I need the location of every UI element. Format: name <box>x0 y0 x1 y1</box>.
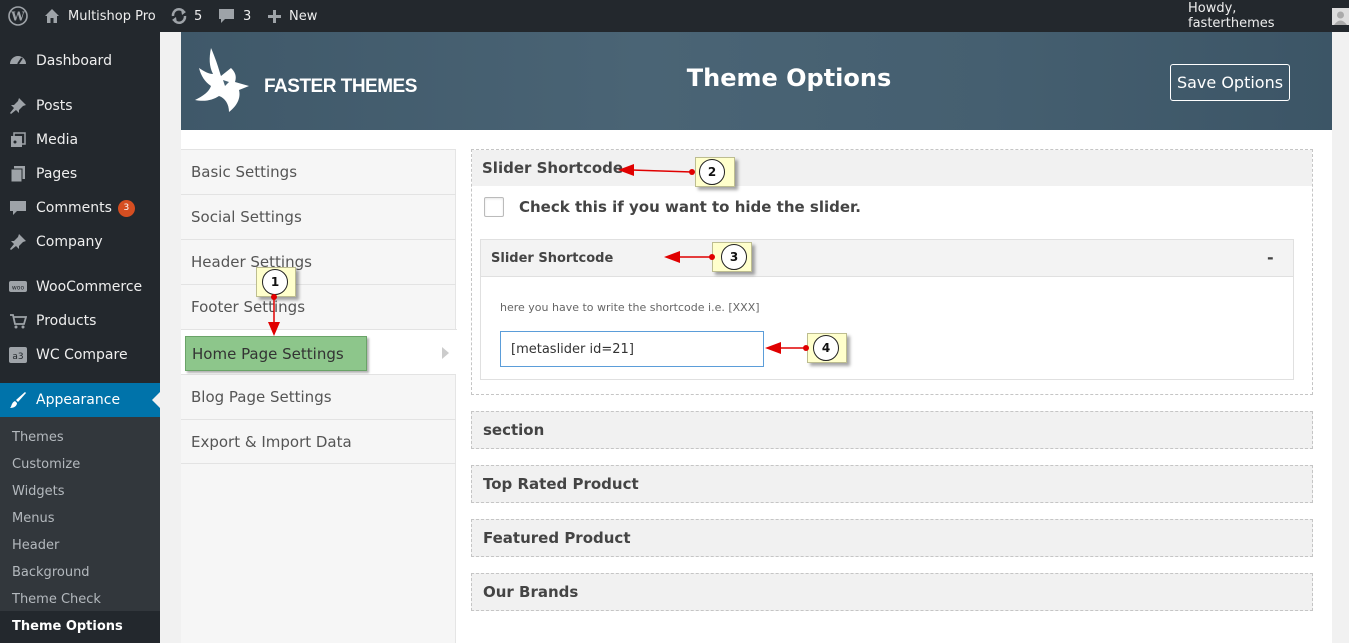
a3-icon: a3 <box>8 345 28 365</box>
wordpress-logo-icon[interactable]: W <box>8 0 28 32</box>
submenu-item-customize[interactable]: Customize <box>12 457 80 472</box>
section-title: Featured Product <box>483 529 631 547</box>
submenu-item-header[interactable]: Header <box>12 538 59 553</box>
sidebar-item-wc-compare[interactable]: a3 WC Compare <box>0 338 160 372</box>
new-label: New <box>289 8 318 24</box>
plus-icon <box>268 9 281 23</box>
svg-text:W: W <box>10 10 25 24</box>
svg-text:a3: a3 <box>12 352 23 362</box>
shortcode-input[interactable] <box>500 331 764 367</box>
comments-count: 3 <box>243 8 252 24</box>
pin-icon <box>8 96 28 116</box>
sidebar-item-media[interactable]: Media <box>0 123 160 157</box>
hide-slider-checkbox[interactable] <box>484 197 504 217</box>
section-title: Top Rated Product <box>483 475 639 493</box>
nav-home-page-settings-highlight[interactable]: Home Page Settings <box>185 336 367 371</box>
chevron-right-icon <box>442 347 449 359</box>
updates-icon <box>170 7 188 25</box>
slider-shortcode-box-header[interactable]: Slider Shortcode <box>481 240 1293 277</box>
submenu-item-widgets[interactable]: Widgets <box>12 484 65 499</box>
nav-header-settings[interactable]: Header Settings <box>181 239 456 284</box>
nav-label: Social Settings <box>191 208 302 226</box>
collapse-toggle[interactable]: - <box>1267 248 1274 267</box>
nav-label: Home Page Settings <box>192 344 344 363</box>
shortcode-help-text: here you have to write the shortcode i.e… <box>500 301 760 314</box>
site-name-link[interactable]: Multishop Pro <box>44 0 156 32</box>
sidebar-item-comments[interactable]: Comments 3 <box>0 191 160 225</box>
sidebar-item-label: Dashboard <box>36 53 112 69</box>
submenu-item-theme-options[interactable]: Theme Options <box>12 619 123 634</box>
brush-icon <box>8 390 28 410</box>
nav-export-import-data[interactable]: Export & Import Data <box>181 419 456 464</box>
admin-bar: W Multishop Pro 5 3 New Howdy, fasterthe… <box>0 0 1349 32</box>
sidebar-item-label: Appearance <box>36 392 121 408</box>
comments-badge: 3 <box>117 199 135 217</box>
hide-slider-label: Check this if you want to hide the slide… <box>519 198 861 216</box>
callout-number-4: 4 <box>813 335 839 361</box>
sidebar-item-posts[interactable]: Posts <box>0 89 160 123</box>
avatar <box>1332 7 1349 25</box>
updates-link[interactable]: 5 <box>170 0 202 32</box>
site-name-label: Multishop Pro <box>68 8 156 24</box>
new-content-link[interactable]: New <box>268 0 317 32</box>
dashboard-icon <box>8 51 28 71</box>
sidebar-item-woocommerce[interactable]: woo WooCommerce <box>0 270 160 304</box>
section-title: Our Brands <box>483 583 579 601</box>
sidebar-item-label: Media <box>36 132 79 148</box>
sidebar-item-label: WC Compare <box>36 347 128 363</box>
section-section[interactable]: section <box>471 411 1313 449</box>
submenu-item-themes[interactable]: Themes <box>12 430 64 445</box>
pages-icon <box>8 164 28 184</box>
sidebar-item-company[interactable]: Company <box>0 225 160 259</box>
cart-icon <box>8 311 28 331</box>
box-title: Slider Shortcode <box>491 250 614 266</box>
nav-label: Export & Import Data <box>191 432 352 451</box>
submenu-item-theme-check[interactable]: Theme Check <box>12 592 101 607</box>
section-title: section <box>483 421 545 439</box>
nav-label: Blog Page Settings <box>191 388 332 406</box>
sidebar-item-label: Comments <box>36 200 112 216</box>
sidebar-item-label: Pages <box>36 166 78 182</box>
save-options-button[interactable]: Save Options <box>1170 64 1290 101</box>
section-title: Slider Shortcode <box>482 159 624 177</box>
sidebar-item-label: WooCommerce <box>36 279 143 295</box>
woo-icon: woo <box>8 277 28 297</box>
sidebar-item-label: Company <box>36 234 103 250</box>
callout-number-3: 3 <box>721 244 747 270</box>
sidebar-item-label: Products <box>36 313 97 329</box>
comment-bubble-icon <box>218 8 235 24</box>
section-top-rated-product[interactable]: Top Rated Product <box>471 465 1313 503</box>
sidebar-item-products[interactable]: Products <box>0 304 160 338</box>
sidebar-item-dashboard[interactable]: Dashboard <box>0 44 160 78</box>
howdy-label: Howdy, fasterthemes <box>1188 1 1275 31</box>
sidebar-item-appearance[interactable]: Appearance <box>0 383 160 417</box>
submenu-item-background[interactable]: Background <box>12 565 90 580</box>
nav-social-settings[interactable]: Social Settings <box>181 194 456 239</box>
media-icon <box>8 130 28 150</box>
nav-basic-settings[interactable]: Basic Settings <box>181 149 456 194</box>
comments-link[interactable]: 3 <box>218 0 251 32</box>
callout-number-1: 1 <box>262 269 288 295</box>
nav-label: Footer Settings <box>191 298 306 316</box>
sidebar-item-label: Posts <box>36 98 73 114</box>
sidebar-item-pages[interactable]: Pages <box>0 157 160 191</box>
home-icon <box>44 8 60 24</box>
section-featured-product[interactable]: Featured Product <box>471 519 1313 557</box>
updates-count: 5 <box>194 8 203 24</box>
submenu-item-menus[interactable]: Menus <box>12 511 54 526</box>
svg-text:woo: woo <box>12 285 25 292</box>
nav-label: Basic Settings <box>191 163 298 181</box>
theme-options-header: FASTER THEMES Theme Options Save Options <box>181 32 1332 130</box>
pin-icon <box>8 232 28 252</box>
section-our-brands[interactable]: Our Brands <box>471 573 1313 611</box>
nav-footer-settings[interactable]: Footer Settings <box>181 284 456 329</box>
slider-section-header[interactable]: Slider Shortcode <box>472 150 1312 186</box>
comment-icon <box>8 198 28 218</box>
my-account-link[interactable]: Howdy, fasterthemes <box>1188 0 1349 32</box>
nav-blog-page-settings[interactable]: Blog Page Settings <box>181 374 456 419</box>
callout-number-2: 2 <box>699 159 725 185</box>
